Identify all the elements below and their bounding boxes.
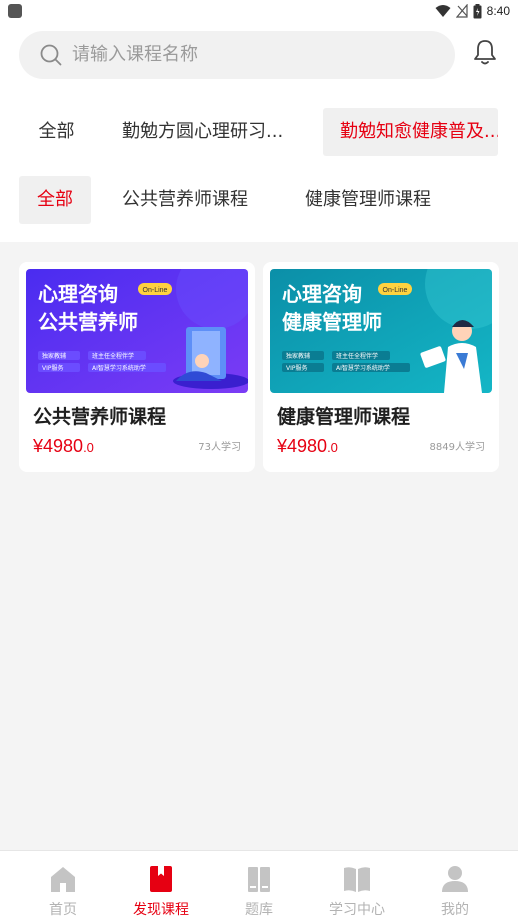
banner-title-line2: 健康管理师 (282, 310, 382, 334)
subcategory-health-manager[interactable]: 健康管理师课程 (305, 176, 455, 224)
category-all[interactable]: 全部 (19, 108, 94, 156)
bottom-tab-bar: 首页 发现课程 题库 学习中心 我的 (0, 850, 518, 922)
svg-text:独家教辅: 独家教辅 (42, 352, 66, 360)
status-bar: 8:40 (0, 0, 518, 22)
status-time: 8:40 (486, 4, 510, 18)
banner-title-line1: 心理咨询 (282, 282, 362, 306)
banner-title-line2: 公共营养师 (38, 310, 138, 334)
battery-icon (473, 3, 482, 18)
course-card[interactable]: 心理咨询 On-Line 公共营养师 独家教辅 班主任全程伴学 VIP服务 AI… (19, 262, 255, 472)
course-price: ¥4980.0 (33, 436, 94, 456)
search-placeholder: 请输入课程名称 (72, 44, 198, 65)
wifi-icon (435, 5, 451, 17)
tab-learning-center[interactable]: 学习中心 (309, 851, 405, 922)
tab-label: 发现课程 (133, 902, 189, 918)
category-row-organization: 全部 勤勉方圆心理研习... 勤勉知愈健康普及... (0, 108, 518, 156)
tab-label: 我的 (441, 902, 469, 918)
tab-label: 题库 (245, 902, 273, 918)
tab-question-bank[interactable]: 题库 (211, 851, 307, 922)
svg-text:On-Line: On-Line (383, 287, 408, 294)
banner-title-line1: 心理咨询 (38, 282, 118, 306)
home-icon (51, 867, 75, 892)
course-student-count: 73人学习 (198, 442, 241, 453)
search-input[interactable]: 请输入课程名称 (19, 31, 455, 79)
user-icon (442, 866, 468, 892)
status-indicators: 8:40 (435, 2, 510, 20)
course-title: 公共营养师课程 (33, 406, 167, 428)
tab-label: 首页 (49, 902, 77, 918)
svg-text:班主任全程伴学: 班主任全程伴学 (92, 352, 134, 360)
svg-text:独家教辅: 独家教辅 (286, 352, 310, 360)
bell-icon[interactable] (471, 38, 499, 66)
svg-text:AI智慧学习系统助学: AI智慧学习系统助学 (92, 364, 146, 372)
category-qinmian-zhiyu[interactable]: 勤勉知愈健康普及... (323, 108, 498, 156)
top-area: 8:40 请输入课程名称 全部 勤勉方圆心理研习... 勤勉知愈健康普及... … (0, 0, 518, 242)
app-notification-icon (8, 4, 22, 18)
svg-text:AI智慧学习系统助学: AI智慧学习系统助学 (336, 364, 390, 372)
svg-text:班主任全程伴学: 班主任全程伴学 (336, 352, 378, 360)
course-list: 心理咨询 On-Line 公共营养师 独家教辅 班主任全程伴学 VIP服务 AI… (19, 262, 499, 472)
svg-text:VIP服务: VIP服务 (286, 364, 308, 372)
category-qinmian-fangyuan[interactable]: 勤勉方圆心理研习... (122, 108, 302, 156)
course-banner-image: 心理咨询 On-Line 公共营养师 独家教辅 班主任全程伴学 VIP服务 AI… (26, 269, 248, 393)
question-bank-icon (248, 867, 270, 892)
course-card[interactable]: 心理咨询 On-Line 健康管理师 独家教辅 班主任全程伴学 VIP服务 AI… (263, 262, 499, 472)
course-banner-image: 心理咨询 On-Line 健康管理师 独家教辅 班主任全程伴学 VIP服务 AI… (270, 269, 492, 393)
open-book-icon (344, 867, 370, 892)
search-icon (40, 44, 62, 66)
course-student-count: 8849人学习 (429, 442, 485, 453)
course-price: ¥4980.0 (277, 436, 338, 456)
svg-text:VIP服务: VIP服务 (42, 364, 64, 372)
tab-label: 学习中心 (329, 902, 385, 918)
tab-discover-courses[interactable]: 发现课程 (113, 851, 209, 922)
subcategory-all[interactable]: 全部 (19, 176, 91, 224)
subcategory-nutritionist[interactable]: 公共营养师课程 (122, 176, 272, 224)
bookmark-icon (150, 866, 172, 892)
svg-text:On-Line: On-Line (143, 287, 168, 294)
course-title: 健康管理师课程 (277, 406, 411, 428)
tab-home[interactable]: 首页 (15, 851, 111, 922)
tab-mine[interactable]: 我的 (407, 851, 503, 922)
category-row-course: 全部 公共营养师课程 健康管理师课程 (0, 176, 518, 224)
no-signal-icon (455, 4, 468, 18)
